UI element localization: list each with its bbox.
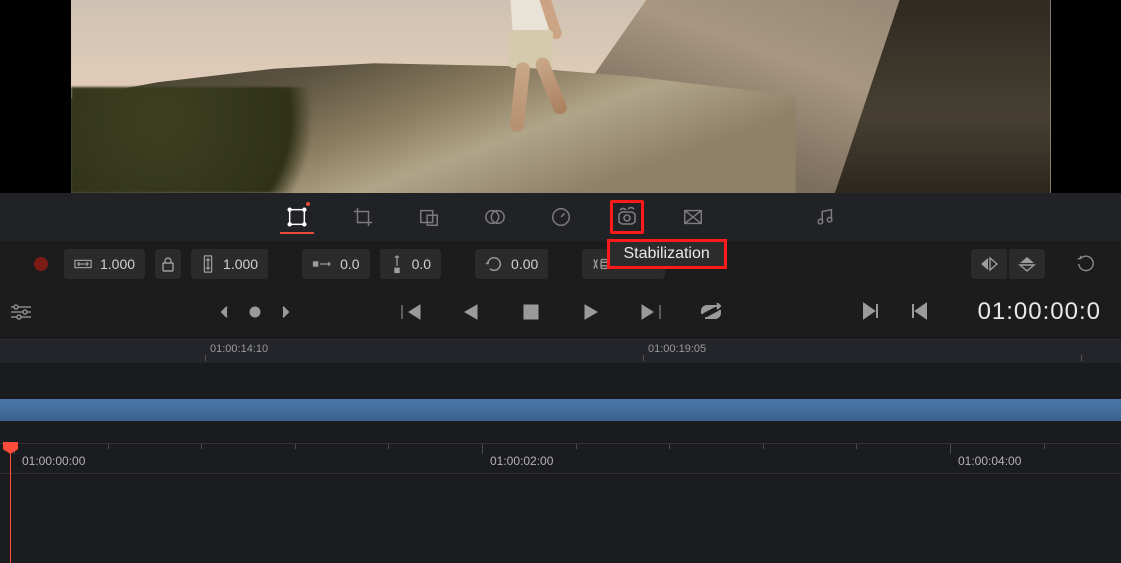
dynamic-zoom-icon	[418, 206, 440, 228]
reset-icon	[1077, 255, 1095, 273]
inspector-tabs: Stabilization	[0, 193, 1121, 241]
ruler-label: 01:00:02:00	[490, 454, 553, 468]
play-reverse-icon	[463, 303, 479, 321]
loop-button[interactable]	[696, 297, 726, 327]
lock-icon	[161, 256, 175, 272]
tab-audio[interactable]	[808, 200, 842, 234]
keyframe-marker-button[interactable]	[244, 301, 266, 323]
tab-color[interactable]	[742, 200, 776, 234]
next-icon	[862, 302, 880, 320]
rotation-value: 0.00	[511, 256, 538, 272]
mini-timeline-ruler[interactable]: 01:00:14:10 01:00:19:05	[0, 337, 1121, 363]
playback-controls	[396, 297, 726, 327]
parameter-bar: 1.000 1.000 0.0 0.0 0.00 0.000	[0, 241, 1121, 287]
reset-button[interactable]	[1069, 249, 1103, 279]
lens-icon	[682, 206, 704, 228]
play-button[interactable]	[576, 297, 606, 327]
timecode-display[interactable]: 01:00:00:0	[978, 298, 1101, 326]
flip-v-icon	[1017, 256, 1037, 272]
stop-icon	[523, 304, 539, 320]
flip-vertical-button[interactable]	[1009, 249, 1045, 279]
preview-frame	[71, 0, 1051, 193]
stop-button[interactable]	[516, 297, 546, 327]
position-x-icon	[312, 257, 332, 271]
ruler-label: 01:00:04:00	[958, 454, 1021, 468]
position-y-field[interactable]: 0.0	[380, 249, 441, 279]
zoom-x-field[interactable]: 1.000	[64, 249, 145, 279]
zoom-y-value: 1.000	[223, 256, 258, 272]
chevron-left-icon	[220, 305, 230, 319]
position-y-icon	[390, 254, 404, 274]
tab-stabilization[interactable]: Stabilization	[610, 200, 644, 234]
position-x-value: 0.0	[340, 256, 359, 272]
tab-lens[interactable]	[676, 200, 710, 234]
rotation-field[interactable]: 0.00	[475, 249, 548, 279]
crop-icon	[352, 206, 374, 228]
rotation-icon	[485, 255, 503, 273]
go-end-button[interactable]	[636, 297, 666, 327]
keyframe-nav	[214, 301, 296, 323]
ruler-label: 01:00:00:00	[22, 454, 85, 468]
mini-timeline-track[interactable]	[0, 363, 1121, 443]
circle-icon	[249, 306, 261, 318]
position-y-value: 0.0	[412, 256, 431, 272]
transport-bar: 01:00:00:0	[0, 287, 1121, 337]
composite-icon	[484, 206, 506, 228]
tab-transform[interactable]	[280, 200, 314, 234]
zoom-link-button[interactable]	[155, 249, 181, 279]
chevron-right-icon	[280, 305, 290, 319]
zoom-y-icon	[201, 255, 215, 273]
tab-composite[interactable]	[478, 200, 512, 234]
viewer[interactable]	[0, 0, 1121, 193]
zoom-x-value: 1.000	[100, 256, 135, 272]
stabilization-icon	[615, 205, 639, 229]
main-timeline-ruler[interactable]: 01:00:00:00 01:00:02:00 01:00:04:00	[0, 444, 1121, 474]
sliders-icon	[10, 303, 32, 321]
tab-dynamic-zoom[interactable]	[412, 200, 446, 234]
skip-forward-icon	[640, 303, 662, 321]
flip-horizontal-button[interactable]	[971, 249, 1007, 279]
play-reverse-button[interactable]	[456, 297, 486, 327]
tooltip-label: Stabilization	[624, 245, 710, 262]
transform-icon	[286, 206, 308, 228]
tab-speed[interactable]	[544, 200, 578, 234]
zoom-x-icon	[74, 257, 92, 271]
audio-icon	[814, 206, 836, 228]
ruler-label: 01:00:19:05	[648, 343, 706, 355]
tab-crop[interactable]	[346, 200, 380, 234]
jump-controls	[862, 302, 928, 323]
main-timeline[interactable]: 01:00:00:00 01:00:02:00 01:00:04:00	[0, 443, 1121, 563]
keyframe-toggle[interactable]	[34, 257, 48, 271]
tooltip-stabilization: Stabilization	[607, 239, 727, 269]
skip-back-icon	[400, 303, 422, 321]
position-x-field[interactable]: 0.0	[302, 249, 369, 279]
prev-keyframe-button[interactable]	[214, 301, 236, 323]
prev-clip-button[interactable]	[910, 302, 928, 323]
next-keyframe-button[interactable]	[274, 301, 296, 323]
go-start-button[interactable]	[396, 297, 426, 327]
flip-h-icon	[979, 256, 999, 272]
loop-icon	[699, 303, 723, 321]
clip[interactable]	[0, 399, 1121, 421]
prev-icon	[910, 302, 928, 320]
zoom-y-field[interactable]: 1.000	[191, 249, 268, 279]
next-clip-button[interactable]	[862, 302, 880, 323]
color-icon	[748, 206, 770, 228]
options-button[interactable]	[8, 303, 34, 321]
speed-icon	[550, 206, 572, 228]
ruler-label: 01:00:14:10	[210, 343, 268, 355]
playhead[interactable]	[10, 444, 11, 563]
play-icon	[583, 303, 599, 321]
